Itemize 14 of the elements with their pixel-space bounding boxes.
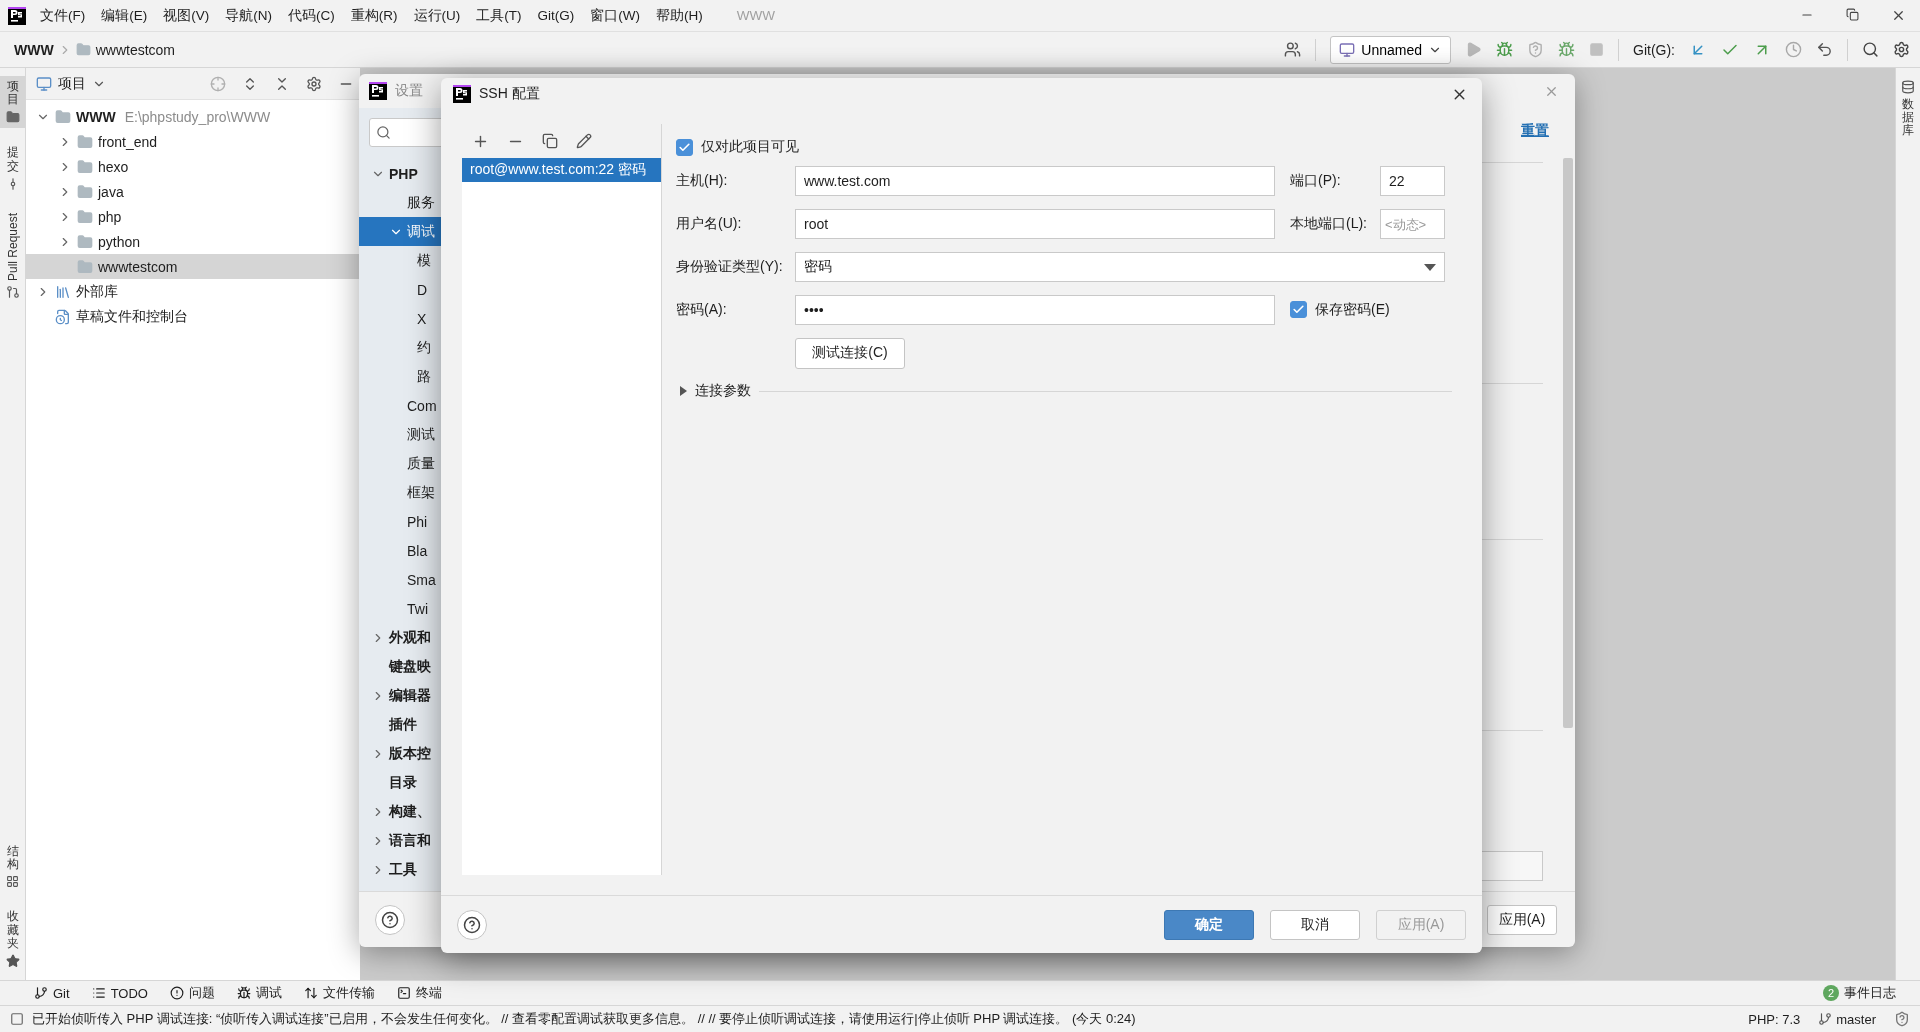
window-title: WWW xyxy=(736,8,775,23)
field-label: 用户名(U): xyxy=(676,215,743,233)
path-text: E:\phpstudy_pro\WWW xyxy=(124,108,271,125)
field-label: 本地端口(L): xyxy=(1289,215,1368,233)
status-message: 已开始侦听传入 PHP 调试连接: “侦听传入调试连接”已启用，不会发生任何变化。 // 查看零配置调试获取更多信息。 // // 要停止侦听调试连接，请使用运行|停止侦听 PHP 调试连接。 (今天 0:24) xyxy=(32,1010,1136,1028)
field-label: 密码(A): xyxy=(676,301,728,319)
git-label: Git(G): xyxy=(1633,41,1675,58)
checkbox-label: 保存密码(E) xyxy=(1315,300,1390,319)
field-label: 主机(H): xyxy=(676,172,729,190)
field-label: 端口(P): xyxy=(1289,172,1342,190)
field-label: 身份验证类型(Y): xyxy=(676,258,784,276)
checkbox-label: 仅对此项目可见 xyxy=(701,138,799,156)
dialog-title: SSH 配置 xyxy=(479,85,540,103)
dialog-title: 设置 xyxy=(395,82,423,100)
